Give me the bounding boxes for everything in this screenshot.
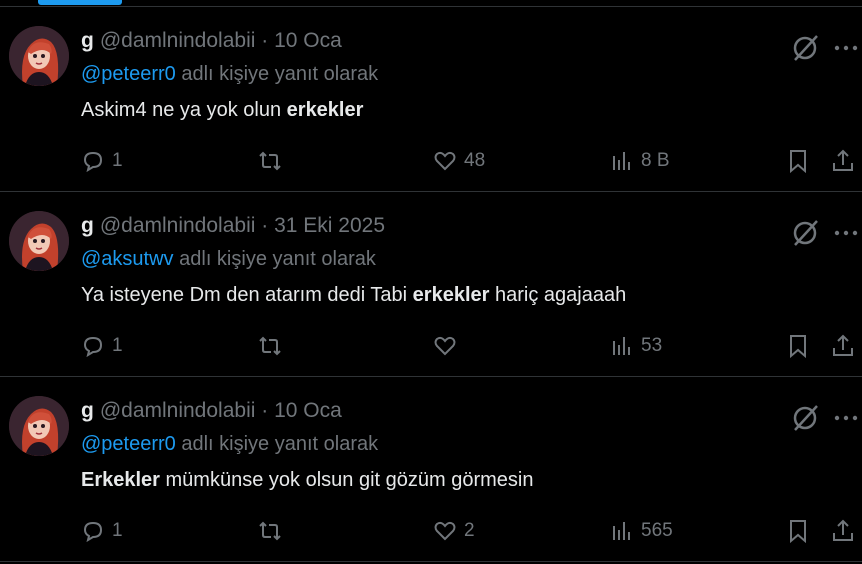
bookmark-button[interactable]: [785, 516, 811, 546]
bookmark-button[interactable]: [785, 331, 811, 361]
like-button[interactable]: 48: [432, 146, 485, 176]
replying-to: @peteerr0 adlı kişiye yanıt olarak: [81, 63, 378, 86]
share-icon: [833, 519, 853, 541]
reply-count: 1: [112, 150, 123, 171]
tweet-text-part: Askim4 ne ya yok olun: [81, 99, 287, 121]
tweet-header: g @damlnindolabii · 10 Oca: [81, 399, 342, 423]
retweet-icon: [259, 521, 281, 541]
reply-icon: [83, 336, 103, 358]
tweet-text: Askim4 ne ya yok olun erkekler: [81, 99, 363, 122]
replying-suffix: adlı kişiye yanıt olarak: [181, 433, 379, 455]
share-icon: [833, 149, 853, 171]
grok-icon[interactable]: [790, 403, 820, 433]
active-tab-indicator: [38, 0, 122, 5]
like-button[interactable]: [432, 331, 464, 361]
grok-icon[interactable]: [790, 218, 820, 248]
tweet-header: g @damlnindolabii · 31 Eki 2025: [81, 214, 385, 238]
avatar[interactable]: [9, 26, 69, 86]
display-name[interactable]: g: [81, 29, 94, 52]
avatar[interactable]: [9, 396, 69, 456]
reply-mention-link[interactable]: @peteerr0: [81, 433, 176, 455]
replying-suffix: adlı kişiye yanıt olarak: [181, 63, 379, 85]
display-name[interactable]: g: [81, 214, 94, 237]
views-icon: [613, 152, 630, 170]
like-button[interactable]: 2: [432, 516, 475, 546]
tweet-text-part: mümkünse yok olsun git gözüm görmesin: [159, 469, 534, 491]
display-name[interactable]: g: [81, 399, 94, 422]
retweet-icon: [259, 151, 281, 171]
views-button[interactable]: 53: [609, 331, 662, 361]
tweet-actions: 1 48 8 B: [0, 146, 862, 176]
heart-icon: [434, 521, 456, 541]
tweet-actions: 1 2 565: [0, 516, 862, 546]
reply-mention-link[interactable]: @aksutwv: [81, 248, 174, 270]
heart-icon: [434, 336, 456, 356]
views-button[interactable]: 565: [609, 516, 673, 546]
tweet-date[interactable]: 31 Eki 2025: [274, 214, 385, 237]
tweet[interactable]: g @damlnindolabii · 31 Eki 2025 @aksutwv …: [0, 192, 862, 377]
view-count: 8 B: [641, 150, 670, 171]
replying-suffix: adlı kişiye yanıt olarak: [179, 248, 376, 270]
share-button[interactable]: [830, 516, 856, 546]
handle[interactable]: @damlnindolabii: [100, 29, 256, 52]
tweet-header: g @damlnindolabii · 10 Oca: [81, 29, 342, 53]
more-icon[interactable]: [832, 403, 860, 433]
reply-icon: [83, 151, 103, 173]
tweet-text: Erkekler mümkünse yok olsun git gözüm gö…: [81, 469, 533, 492]
reply-button[interactable]: 1: [80, 331, 123, 361]
more-icon[interactable]: [832, 218, 860, 248]
share-icon: [833, 334, 853, 356]
views-button[interactable]: 8 B: [609, 146, 670, 176]
tweet[interactable]: g @damlnindolabii · 10 Oca @peteerr0 adlı…: [0, 7, 862, 192]
share-button[interactable]: [830, 146, 856, 176]
like-count: 48: [464, 150, 486, 171]
tweet-date[interactable]: 10 Oca: [274, 399, 342, 422]
bookmark-icon: [790, 520, 806, 544]
avatar[interactable]: [9, 211, 69, 271]
views-icon: [613, 522, 630, 540]
separator-dot: ·: [261, 214, 269, 237]
tweet-text-bold: erkekler: [412, 284, 490, 306]
reply-button[interactable]: 1: [80, 146, 123, 176]
grok-icon[interactable]: [790, 33, 820, 63]
reply-count: 1: [112, 520, 123, 541]
reply-button[interactable]: 1: [80, 516, 123, 546]
reply-icon: [83, 521, 103, 543]
separator-dot: ·: [261, 399, 269, 422]
tweet-text-part: Ya isteyene Dm den atarım dedi Tabi: [81, 284, 413, 306]
views-icon: [613, 337, 630, 355]
view-count: 565: [641, 520, 673, 541]
bookmark-button[interactable]: [785, 146, 811, 176]
reply-mention-link[interactable]: @peteerr0: [81, 63, 176, 85]
share-button[interactable]: [830, 331, 856, 361]
replying-to: @aksutwv adlı kişiye yanıt olarak: [81, 248, 376, 271]
tweet-text-part: hariç agajaaah: [489, 284, 627, 306]
bookmark-icon: [790, 335, 806, 359]
tweet-text-bold: Erkekler: [81, 469, 160, 491]
heart-icon: [434, 151, 456, 171]
retweet-icon: [259, 336, 281, 356]
tweet[interactable]: g @damlnindolabii · 10 Oca @peteerr0 adlı…: [0, 377, 862, 562]
retweet-button[interactable]: [257, 331, 289, 361]
retweet-button[interactable]: [257, 516, 289, 546]
tweet-actions: 1 53: [0, 331, 862, 361]
like-count: 2: [464, 520, 475, 541]
reply-count: 1: [112, 335, 123, 356]
view-count: 53: [641, 335, 663, 356]
separator-dot: ·: [261, 29, 269, 52]
retweet-button[interactable]: [257, 146, 289, 176]
more-icon[interactable]: [832, 33, 860, 63]
handle[interactable]: @damlnindolabii: [100, 214, 256, 237]
tweet-text-bold: erkekler: [286, 99, 364, 121]
replying-to: @peteerr0 adlı kişiye yanıt olarak: [81, 433, 378, 456]
tweet-text: Ya isteyene Dm den atarım dedi Tabi erke…: [81, 284, 626, 307]
bookmark-icon: [790, 150, 806, 174]
handle[interactable]: @damlnindolabii: [100, 399, 256, 422]
tweet-date[interactable]: 10 Oca: [274, 29, 342, 52]
